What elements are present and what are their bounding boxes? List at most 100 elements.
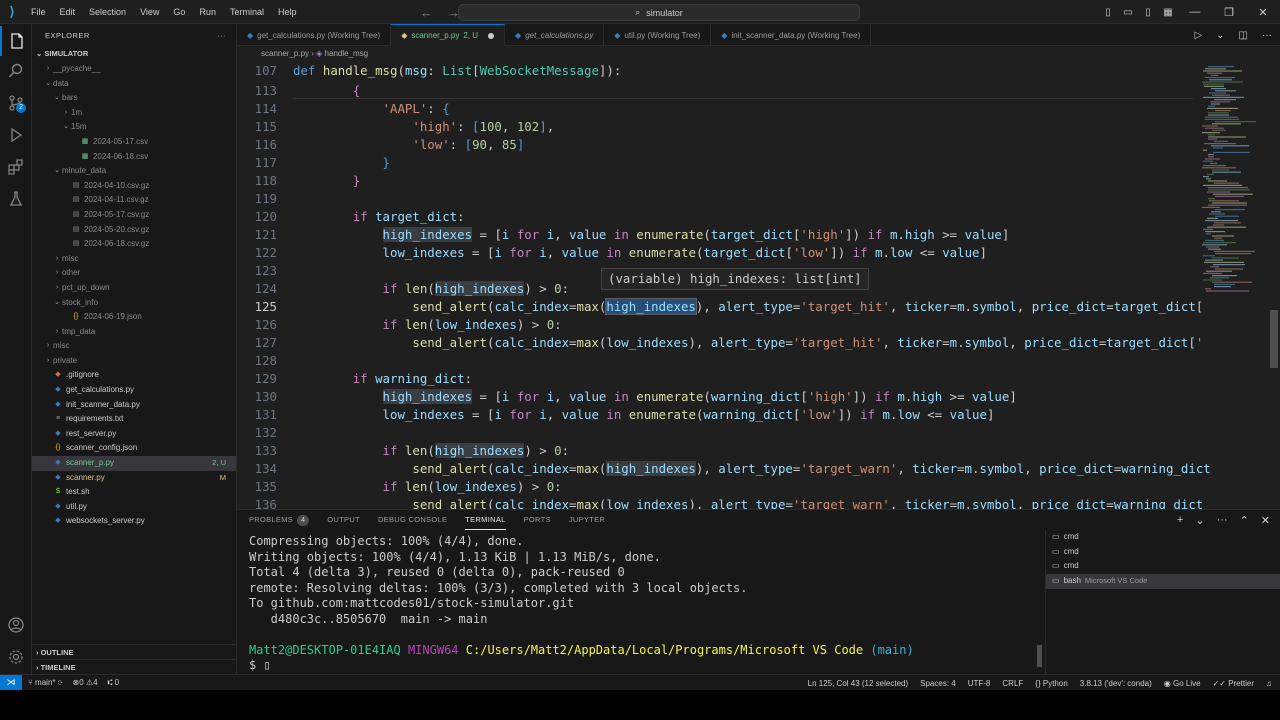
encoding[interactable]: UTF-8 (968, 679, 991, 688)
panel-tab-ports[interactable]: PORTS (524, 510, 551, 530)
menu-item-view[interactable]: View (133, 0, 166, 24)
folder-item[interactable]: › __pycache__ (32, 62, 236, 77)
account-icon[interactable] (0, 610, 32, 640)
terminal-output[interactable]: Compressing objects: 100% (4/4), done. Wr… (249, 534, 1034, 674)
folder-item[interactable]: › private (32, 354, 236, 369)
toggle-secondary-icon[interactable]: ▯ (1138, 7, 1158, 18)
menu-item-terminal[interactable]: Terminal (223, 0, 271, 24)
ports-indicator[interactable]: ⑆ 0 (108, 678, 120, 687)
menu-item-file[interactable]: File (24, 0, 53, 24)
maximize-panel-icon[interactable]: ⌃ (1240, 514, 1249, 527)
indentation[interactable]: Spaces: 4 (920, 679, 956, 688)
folder-item[interactable]: › 1m (32, 106, 236, 121)
layout-icon[interactable]: ▦ (1158, 7, 1178, 18)
file-item[interactable]: ▦ 2024-05-17.csv (32, 135, 236, 150)
terminal-instance[interactable]: ▭ cmd (1046, 545, 1280, 560)
file-item[interactable]: ▤ 2024-06-18.csv.gz (32, 237, 236, 252)
editor-scrollbar-thumb[interactable] (1270, 310, 1278, 368)
breadcrumb-file[interactable]: scanner_p.py (261, 49, 309, 58)
panel-tab-output[interactable]: OUTPUT (327, 510, 360, 530)
extensions-icon[interactable] (0, 152, 32, 182)
source-control-icon[interactable]: 2 (0, 88, 32, 118)
testing-icon[interactable] (0, 184, 32, 214)
more-actions-icon[interactable]: ··· (1217, 514, 1228, 526)
breadcrumb-symbol[interactable]: handle_msg (325, 49, 369, 58)
file-item[interactable]: ◆ rest_server.py (32, 427, 236, 442)
panel-tab-problems[interactable]: PROBLEMS 4 (249, 510, 310, 530)
folder-item[interactable]: ⌄ data (32, 77, 236, 92)
file-item[interactable]: $ test.sh (32, 485, 236, 500)
prettier-button[interactable]: ✓✓ Prettier (1213, 679, 1254, 688)
editor-tab[interactable]: ◆ scanner_p.py 2, U (391, 24, 506, 46)
settings-gear-icon[interactable] (0, 642, 32, 672)
menu-item-run[interactable]: Run (192, 0, 223, 24)
language-mode[interactable]: {} Python (1035, 679, 1067, 688)
minimap[interactable] (1196, 62, 1266, 509)
terminal-scrollbar[interactable] (1037, 535, 1042, 671)
folder-item[interactable]: › tmp_data (32, 325, 236, 340)
line-ending[interactable]: CRLF (1002, 679, 1023, 688)
search-view-icon[interactable] (0, 56, 32, 86)
workspace-root[interactable]: ⌄ SIMULATOR (32, 46, 236, 62)
go-live-button[interactable]: ◉ Go Live (1164, 679, 1201, 688)
minimize-icon[interactable]: — (1178, 6, 1212, 18)
panel-tab-debug-console[interactable]: DEBUG CONSOLE (378, 510, 447, 530)
outline-section[interactable]: › OUTLINE (32, 644, 237, 659)
command-center[interactable]: ⌕ simulator (458, 4, 860, 21)
folder-item[interactable]: › misc (32, 339, 236, 354)
chevron-down-icon[interactable]: ⌄ (1195, 514, 1204, 527)
folder-item[interactable]: ⌄ bars (32, 91, 236, 106)
folder-item[interactable]: › other (32, 266, 236, 281)
file-item[interactable]: {} scanner_config.json (32, 441, 236, 456)
unsaved-dot-icon[interactable] (488, 32, 495, 39)
file-item[interactable]: ▤ 2024-05-17.csv.gz (32, 208, 236, 223)
file-item[interactable]: ◆ scanner_p.py 2, U (32, 456, 236, 471)
menu-item-go[interactable]: Go (166, 0, 192, 24)
new-terminal-icon[interactable]: + (1177, 514, 1183, 526)
panel-tab-jupyter[interactable]: JUPYTER (569, 510, 605, 530)
timeline-section[interactable]: › TIMELINE (32, 659, 237, 674)
menu-item-edit[interactable]: Edit (53, 0, 83, 24)
back-arrow-icon[interactable]: ← (420, 5, 433, 20)
terminal-instance[interactable]: ▭ cmd (1046, 530, 1280, 545)
menu-item-selection[interactable]: Selection (82, 0, 133, 24)
remote-icon[interactable]: ⋊ (0, 674, 22, 691)
editor-tab[interactable]: ◆ init_scanner_data.py (Working Tree) (711, 24, 872, 46)
more-actions-icon[interactable]: ··· (1262, 30, 1272, 41)
notifications-bell-icon[interactable]: ♫ (1266, 679, 1272, 688)
file-item[interactable]: ▤ 2024-04-10.csv.gz (32, 179, 236, 194)
chevron-down-icon[interactable]: ⌄ (1216, 30, 1224, 41)
run-debug-icon[interactable] (0, 120, 32, 150)
file-item[interactable]: {} 2024-06-19.json (32, 310, 236, 325)
split-editor-icon[interactable]: ◫ (1239, 30, 1248, 41)
panel-tab-terminal[interactable]: TERMINAL (465, 510, 506, 530)
terminal-instance[interactable]: ▭ cmd (1046, 559, 1280, 574)
editor-tab[interactable]: ◆ get_calculations.py (Working Tree) (237, 24, 392, 46)
editor-tab[interactable]: ◆ get_calculations.py (505, 24, 605, 46)
close-panel-icon[interactable]: ✕ (1261, 514, 1270, 527)
code-editor[interactable]: 107 113 114 115 116 117 118 119 120 121 122 123 124 1… (237, 62, 1280, 509)
python-interpreter[interactable]: 3.8.13 ('dev': conda) (1080, 679, 1152, 688)
menu-item-help[interactable]: Help (271, 0, 304, 24)
file-item[interactable]: ▤ 2024-05-20.csv.gz (32, 223, 236, 238)
folder-item[interactable]: ⌄ minute_data (32, 164, 236, 179)
more-actions-icon[interactable]: ··· (217, 31, 226, 40)
file-item[interactable]: ▦ 2024-06-18.csv (32, 150, 236, 165)
file-item[interactable]: ◆ get_calculations.py (32, 383, 236, 398)
file-item[interactable]: ◆ util.py (32, 500, 236, 515)
file-item[interactable]: ▤ 2024-04-11.csv.gz (32, 193, 236, 208)
editor-tab[interactable]: ◆ util.py (Working Tree) (604, 24, 712, 46)
run-file-icon[interactable]: ▷ (1194, 30, 1202, 41)
file-item[interactable]: ◆ init_scanner_data.py (32, 398, 236, 413)
folder-item[interactable]: ⌄ 15m (32, 120, 236, 135)
close-icon[interactable]: ✕ (1246, 6, 1280, 19)
terminal-input-line[interactable]: $ ▯ (249, 658, 1034, 674)
file-item[interactable]: ◆ .gitignore (32, 368, 236, 383)
editor-scrollbar[interactable] (1266, 62, 1280, 509)
toggle-panel-icon[interactable]: ▭ (1118, 7, 1138, 18)
folder-item[interactable]: › misc (32, 252, 236, 267)
problems-indicator[interactable]: ⊗0 ⚠4 (73, 678, 98, 687)
explorer-icon[interactable] (0, 26, 32, 56)
toggle-sidebar-icon[interactable]: ▯ (1098, 7, 1118, 18)
folder-item[interactable]: › pct_up_down (32, 281, 236, 296)
